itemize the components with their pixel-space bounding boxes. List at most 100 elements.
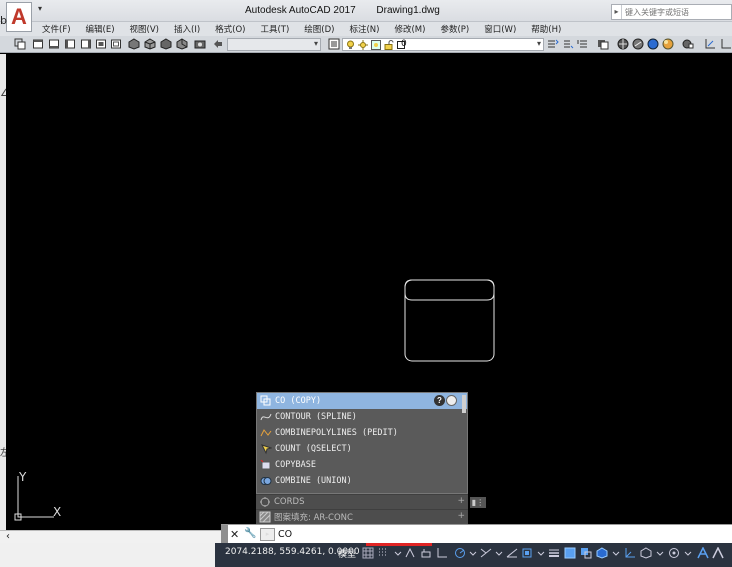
menu-edit[interactable]: 编辑(E): [86, 23, 115, 35]
layer-isolate-icon[interactable]: [597, 38, 609, 50]
ortho-mode-icon[interactable]: [436, 547, 448, 559]
chevron-down-icon[interactable]: [682, 547, 694, 559]
autocomplete-item-label: COPYBASE: [275, 460, 316, 470]
auto-scale-icon[interactable]: [712, 547, 724, 559]
command-line-grip[interactable]: [221, 525, 228, 544]
iso-ne-icon[interactable]: [160, 38, 172, 50]
lineweight-icon[interactable]: [548, 547, 560, 559]
visual-style-conceptual-icon[interactable]: [662, 38, 674, 50]
visual-style-realistic-icon[interactable]: [647, 38, 659, 50]
iso-nw-icon[interactable]: [176, 38, 188, 50]
menu-help[interactable]: 帮助(H): [531, 23, 561, 35]
annotation-visibility-icon[interactable]: [697, 547, 709, 559]
3d-osnap-icon[interactable]: [596, 547, 608, 559]
autocomplete-item-copy[interactable]: CO (COPY) ?: [257, 393, 467, 409]
menu-file[interactable]: 文件(F): [42, 23, 71, 35]
sysvar-item-hatch[interactable]: 图案填充: AR-CONC +: [256, 509, 468, 524]
chevron-down-icon[interactable]: [493, 547, 505, 559]
menu-format[interactable]: 格式(O): [215, 23, 245, 35]
layer-previous-icon[interactable]: [212, 38, 224, 50]
selection-cycling-icon[interactable]: [580, 547, 592, 559]
autocomplete-item-contour[interactable]: CONTOUR (SPLINE): [257, 409, 467, 425]
menu-parametric[interactable]: 参数(P): [440, 23, 469, 35]
gizmo-icon[interactable]: [668, 547, 680, 559]
chevron-down-icon[interactable]: [610, 547, 622, 559]
workspace-icon[interactable]: [14, 38, 26, 50]
grid-icon[interactable]: [362, 547, 374, 559]
ucs-x-label: X: [53, 505, 62, 519]
view-top-icon[interactable]: [32, 38, 44, 50]
layer-properties-icon[interactable]: [328, 38, 340, 50]
visual-style-wireframe-icon[interactable]: [617, 38, 629, 50]
help-icon[interactable]: ?: [434, 395, 445, 406]
chevron-down-icon[interactable]: [467, 547, 479, 559]
panel-resize-handle[interactable]: ▮⋮: [470, 497, 486, 508]
chevron-down-icon: ▾: [313, 39, 318, 48]
layer-previous-2-icon[interactable]: [577, 38, 589, 50]
copybase-icon: [260, 459, 272, 471]
expand-icon[interactable]: +: [457, 511, 465, 521]
close-icon[interactable]: ✕: [230, 528, 239, 541]
infer-constraints-icon[interactable]: [404, 547, 416, 559]
quick-access-dropdown-icon[interactable]: ▾: [38, 4, 47, 18]
autocomplete-item-count[interactable]: COUNT (QSELECT): [257, 441, 467, 457]
menu-tools[interactable]: 工具(T): [260, 23, 289, 35]
menu-dimension[interactable]: 标注(N): [349, 23, 379, 35]
dynamic-ucs-icon[interactable]: [624, 547, 636, 559]
menu-insert[interactable]: 插入(I): [174, 23, 200, 35]
command-input[interactable]: [278, 527, 718, 542]
chevron-down-icon[interactable]: [535, 547, 547, 559]
autocomplete-item-label: COMBINEPOLYLINES (PEDIT): [275, 428, 398, 438]
view-front-icon[interactable]: [95, 38, 107, 50]
internet-search-icon[interactable]: [446, 395, 457, 406]
selection-filter-icon[interactable]: [640, 547, 652, 559]
menu-window[interactable]: 窗口(W): [484, 23, 516, 35]
sysvar-item-cords[interactable]: CORDS +: [256, 494, 468, 509]
view-left-icon[interactable]: [64, 38, 76, 50]
search-input[interactable]: [622, 7, 730, 17]
autocomplete-item-combinepolylines[interactable]: COMBINEPOLYLINES (PEDIT): [257, 425, 467, 441]
polar-tracking-icon[interactable]: [454, 547, 466, 559]
view-back-icon[interactable]: [110, 38, 122, 50]
recent-commands-icon[interactable]: ▸: [260, 528, 275, 541]
ucs-icon[interactable]: [704, 38, 716, 50]
transparency-icon[interactable]: [564, 547, 576, 559]
isodraft-icon[interactable]: [480, 547, 492, 559]
make-current-layer-icon[interactable]: [547, 38, 559, 50]
chevron-down-icon[interactable]: [392, 547, 404, 559]
iso-se-icon[interactable]: [144, 38, 156, 50]
sun-icon: [358, 40, 368, 50]
visual-style-hidden-icon[interactable]: [632, 38, 644, 50]
dynamic-input-icon[interactable]: [420, 547, 432, 559]
wrench-icon[interactable]: 🔧: [244, 528, 256, 539]
visual-styles-manager-icon[interactable]: [682, 38, 694, 50]
match-layer-icon[interactable]: [562, 38, 574, 50]
menu-modify[interactable]: 修改(M): [394, 23, 425, 35]
chevron-down-icon[interactable]: [654, 547, 666, 559]
menu-draw[interactable]: 绘图(D): [304, 23, 334, 35]
menu-view[interactable]: 视图(V): [130, 23, 159, 35]
document-title: Drawing1.dwg: [376, 5, 440, 16]
autocomplete-item-combine[interactable]: COMBINE (UNION): [257, 473, 467, 489]
ucs-world-icon[interactable]: [720, 38, 732, 50]
expand-icon[interactable]: +: [457, 496, 465, 506]
view-combo-box[interactable]: ▾: [227, 38, 321, 51]
layer-combo-box[interactable]: 0 ▾: [342, 38, 544, 51]
autocomplete-item-copybase[interactable]: COPYBASE: [257, 457, 467, 473]
drawn-rounded-rectangle[interactable]: [404, 279, 495, 362]
camera-icon[interactable]: [194, 38, 206, 50]
search-box[interactable]: ▸: [611, 4, 732, 20]
object-snap-icon[interactable]: [521, 547, 533, 559]
iso-sw-icon[interactable]: [128, 38, 140, 50]
scroll-left-icon[interactable]: ‹: [6, 531, 10, 542]
autocomplete-scrollbar[interactable]: [462, 395, 466, 413]
lightbulb-icon: [347, 40, 354, 49]
view-right-icon[interactable]: [80, 38, 92, 50]
model-space-toggle[interactable]: 模型: [338, 547, 356, 560]
view-bottom-icon[interactable]: [48, 38, 60, 50]
snap-mode-icon[interactable]: [377, 547, 389, 559]
application-menu-button[interactable]: A: [6, 2, 32, 32]
status-bar: 2074.2188, 559.4261, 0.0000 模型: [0, 543, 732, 567]
object-snap-tracking-icon[interactable]: [506, 547, 518, 559]
chevron-right-icon[interactable]: ▸: [612, 5, 622, 19]
